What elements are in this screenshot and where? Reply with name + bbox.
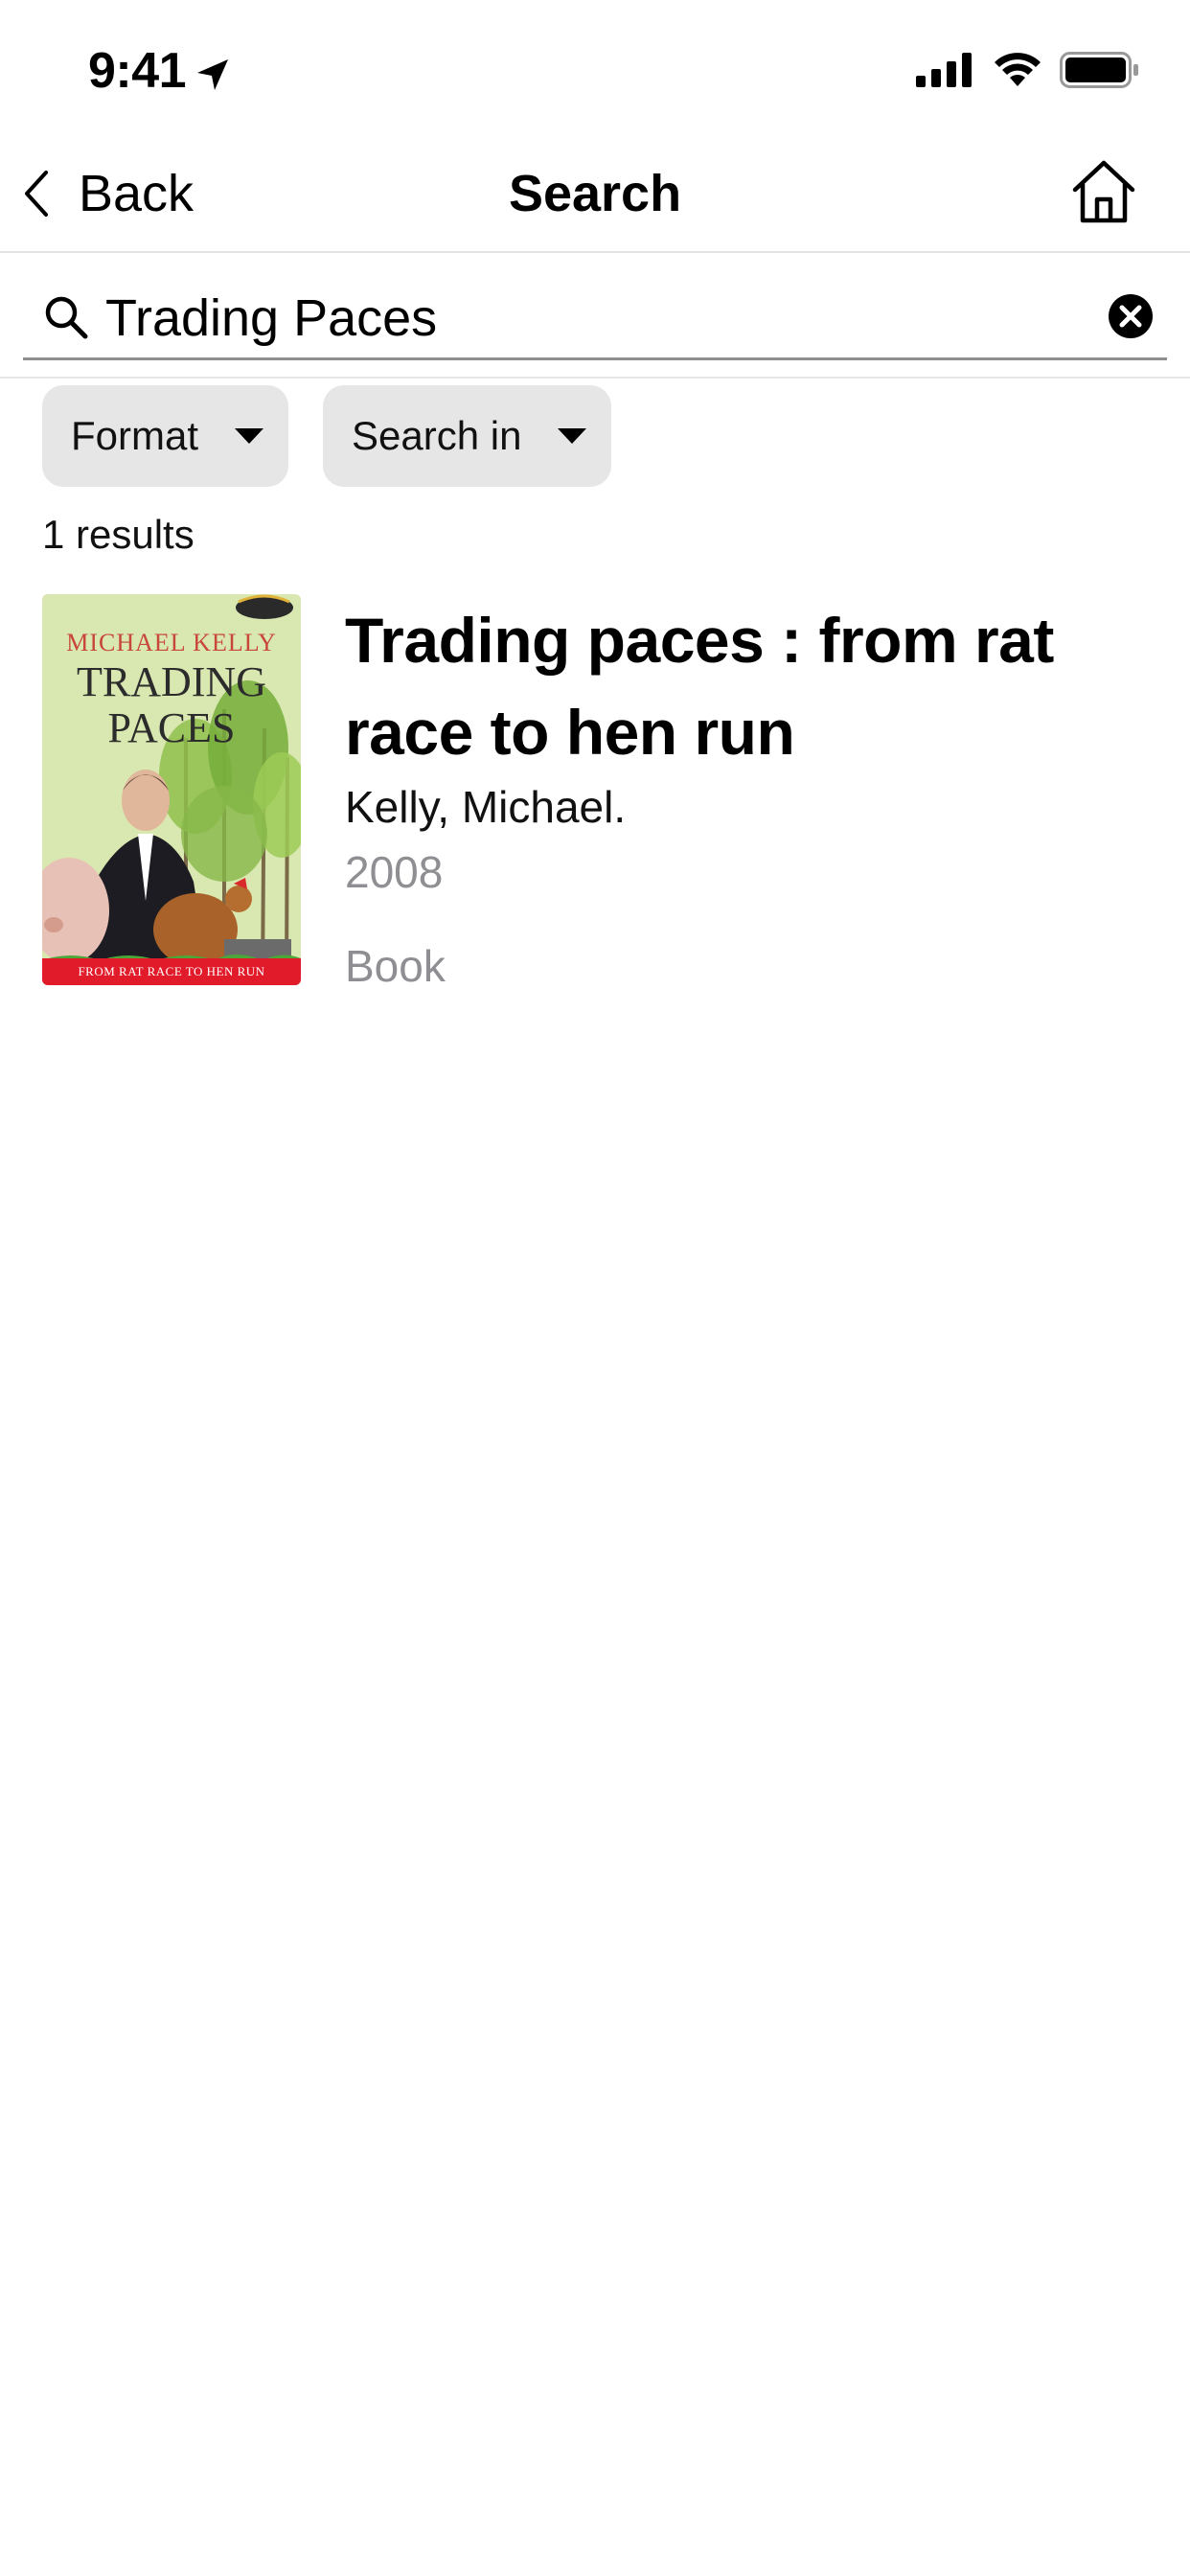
search-input[interactable]: Trading Paces	[105, 288, 437, 349]
location-arrow-icon	[197, 59, 228, 90]
cover-title-line: TRADING	[77, 658, 266, 705]
search-in-filter-label: Search in	[352, 413, 522, 458]
result-info: Trading paces : from rat race to hen run…	[345, 594, 1169, 993]
results-count: 1 results	[42, 512, 195, 557]
result-year: 2008	[345, 847, 444, 897]
search-in-filter-button[interactable]: Search in	[323, 385, 612, 487]
divider	[0, 377, 1190, 379]
format-filter-label: Format	[71, 413, 199, 458]
result-title[interactable]: Trading paces : from rat race to hen run	[345, 594, 1169, 778]
status-indicators	[916, 52, 1140, 88]
search-icon	[45, 296, 88, 339]
format-filter-button[interactable]: Format	[42, 385, 289, 487]
status-time: 9:41	[88, 43, 187, 99]
battery-icon	[1060, 52, 1138, 88]
home-icon[interactable]	[1067, 155, 1140, 228]
cover-tagline: FROM RAT RACE TO HEN RUN	[42, 958, 301, 985]
caret-down-icon	[558, 428, 587, 444]
result-author: Kelly, Michael.	[345, 782, 627, 832]
cover-title: TRADING PACES	[42, 659, 301, 751]
wifi-icon	[995, 53, 1041, 86]
clear-icon[interactable]	[1108, 293, 1154, 339]
list-item[interactable]: MICHAEL KELLY TRADING PACES FROM RAT RAC…	[42, 594, 1154, 991]
result-format: Book	[345, 941, 446, 991]
filter-bar: Format Search in	[42, 385, 612, 487]
nav-bar: Back Search	[0, 134, 1190, 253]
page-title: Search	[508, 165, 682, 222]
book-cover-image: MICHAEL KELLY TRADING PACES FROM RAT RAC…	[42, 594, 301, 985]
cover-author: MICHAEL KELLY	[66, 629, 277, 656]
status-bar: 9:41	[0, 0, 1190, 134]
caret-down-icon	[235, 428, 264, 444]
cellular-signal-icon	[916, 53, 972, 87]
cover-title-line: PACES	[107, 704, 236, 751]
search-bar[interactable]: Trading Paces	[23, 278, 1167, 360]
